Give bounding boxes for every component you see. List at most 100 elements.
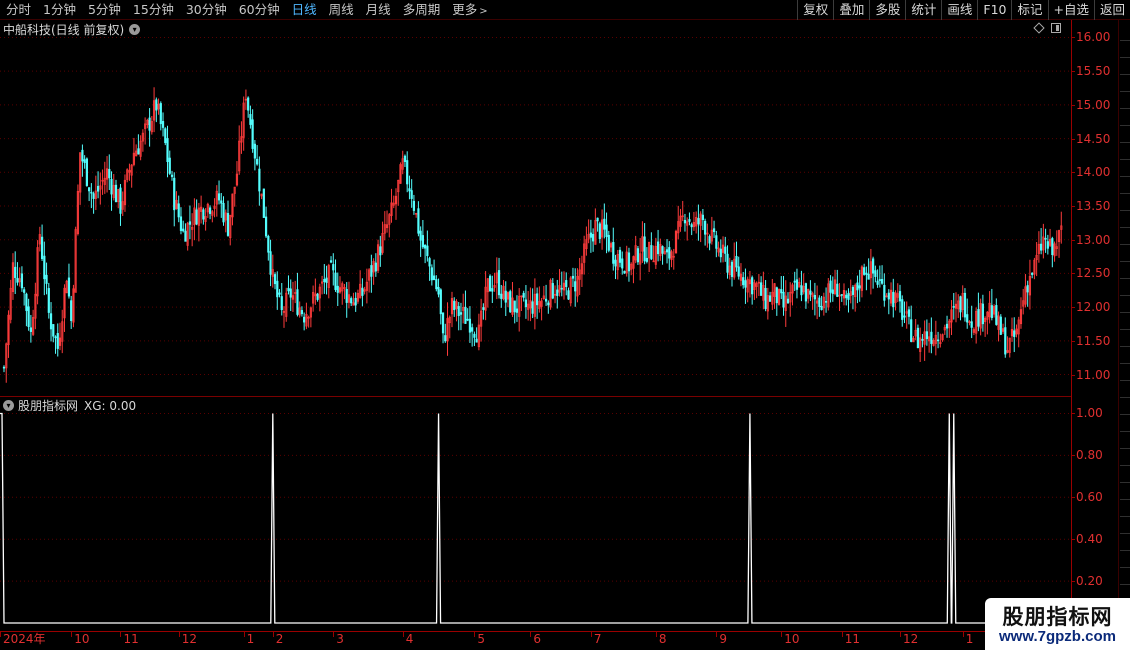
toolbar-button[interactable]: 返回 [1093,0,1130,20]
candle [730,260,734,287]
period-tab[interactable]: 15分钟 [127,0,180,20]
candle-body [90,191,93,194]
candle-body [999,316,1002,335]
y-tick-label: 14.50 [1072,132,1118,146]
toolbar-button[interactable]: 多股 [869,0,905,20]
indicator-canvas[interactable] [0,397,1072,631]
candle [972,327,976,336]
candle [981,294,984,332]
period-tab[interactable]: 分时 [0,0,37,20]
candle-body [697,218,700,225]
candle [435,275,438,292]
candle-body [424,244,427,249]
candle-body [1046,241,1049,249]
candle-body [188,221,192,225]
candle-body [690,224,693,228]
candle [5,342,8,383]
toolbar-button[interactable]: 标记 [1011,0,1047,20]
toolbar-button[interactable]: +自选 [1047,0,1094,20]
panel-toggle-icon[interactable] [1051,23,1061,33]
indicator-chart[interactable]: ▾ 股朋指标网 XG: 0.00 [0,397,1072,631]
y-tick-label: 12.00 [1072,300,1118,314]
candle-body [166,138,169,162]
chevron-down-icon[interactable]: ▾ [129,24,141,35]
candle [876,269,879,288]
price-chart[interactable]: 中船科技(日线 前复权) ▾ [0,20,1072,396]
candle [802,273,805,295]
candle [121,191,124,216]
candle [466,308,469,322]
candle [486,278,489,308]
candle-body [1026,285,1029,293]
candle [1053,241,1056,262]
toolbar-button[interactable]: 叠加 [833,0,869,20]
toolbar-button[interactable]: F10 [977,0,1011,20]
candle [636,246,640,265]
candle-body [43,255,46,280]
candle [204,208,207,231]
candle-body [760,282,763,296]
period-tab[interactable]: 60分钟 [233,0,286,20]
candle [184,223,187,242]
candle [854,283,857,312]
diamond-icon[interactable] [1033,22,1045,34]
candle [1028,259,1032,310]
side-panel-strip[interactable] [1118,20,1130,632]
candle-body [334,272,337,290]
candle [641,221,644,263]
candle [845,290,848,306]
candle [401,150,404,175]
candle [724,236,727,262]
candle [943,324,946,335]
price-y-axis: 16.00 15.50 15.00 14.50 14.00 13.50 13.00 12.50… [1072,20,1118,396]
candle [76,184,80,236]
candle [1031,272,1034,279]
candle-body [408,188,411,192]
period-tab[interactable]: 5分钟 [82,0,127,20]
toolbar-button[interactable]: 复权 [797,0,833,20]
candle [361,278,364,307]
strip-cell [1120,534,1130,551]
candle [179,207,183,235]
candle [668,241,671,270]
candle [410,179,413,208]
period-tab[interactable]: 日线 [286,0,323,20]
toolbar-button[interactable]: 画线 [941,0,977,20]
candle-body [786,298,790,304]
candle-body [737,266,740,277]
candle [800,270,803,302]
candle-body [14,266,17,278]
period-tab[interactable]: 周线 [323,0,360,20]
candle [688,212,691,226]
candle-body [883,284,886,301]
candle-body [831,289,834,294]
candlestick-canvas[interactable] [0,20,1072,396]
period-tab[interactable]: 多周期 [397,0,447,20]
period-tab[interactable]: 30分钟 [180,0,233,20]
chevron-down-icon[interactable]: ▾ [3,400,14,411]
candle-body [945,323,949,329]
toolbar-button[interactable]: 统计 [905,0,941,20]
candle [869,248,872,295]
candle [833,269,837,296]
candle-body [925,331,928,340]
candle-body [618,249,622,263]
strip-cell [1120,466,1130,483]
candle [94,175,97,211]
candle-body [164,128,167,144]
candle [105,156,109,193]
candle-body [419,230,422,241]
candle-body [643,236,646,262]
period-tab[interactable]: 更多 > [446,0,493,20]
period-tab[interactable]: 月线 [360,0,397,20]
candle [309,306,312,328]
candle [222,196,225,226]
candle-body [54,336,57,339]
candle [742,271,745,289]
period-tab[interactable]: 1分钟 [37,0,82,20]
candle-body [903,315,906,318]
candle [670,249,673,268]
candle [896,283,899,303]
candle [352,292,355,306]
candle [860,265,864,298]
